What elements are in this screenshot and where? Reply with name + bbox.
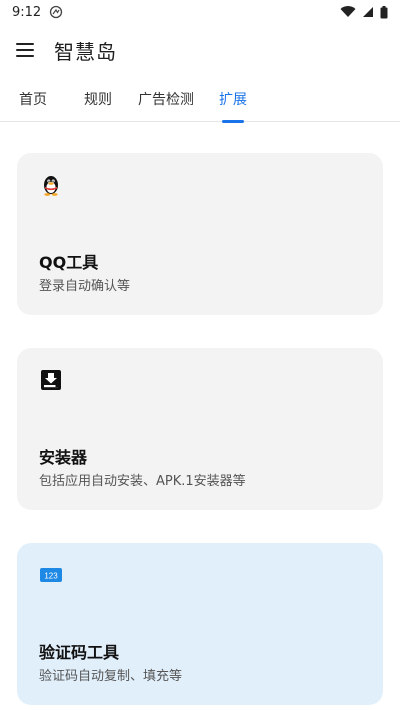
active-tab-indicator	[222, 120, 244, 123]
card-title: 验证码工具	[39, 643, 120, 662]
wifi-icon	[340, 6, 356, 18]
number-123-icon: 123	[40, 568, 62, 582]
card-subtitle: 包括应用自动安装、APK.1安装器等	[39, 474, 246, 489]
installer-download-icon	[41, 370, 61, 390]
menu-icon[interactable]	[16, 43, 34, 57]
tab-home[interactable]: 首页	[19, 76, 47, 122]
tab-bar: 首页 规则 广告检测 扩展	[0, 76, 400, 123]
app-title: 智慧岛	[54, 39, 117, 64]
card-subtitle: 验证码自动复制、填充等	[39, 669, 183, 684]
tab-extensions[interactable]: 扩展	[219, 76, 247, 123]
card-installer[interactable]: 安装器 包括应用自动安装、APK.1安装器等	[17, 348, 383, 510]
battery-icon	[380, 5, 388, 18]
signal-icon	[363, 7, 373, 17]
qq-penguin-icon	[44, 176, 58, 196]
status-time: 9:12	[12, 4, 42, 20]
card-title: QQ工具	[39, 253, 99, 272]
tab-label: 规则	[84, 92, 112, 108]
card-title: 安装器	[39, 448, 88, 467]
status-app-icon	[50, 5, 63, 19]
tab-label: 广告检测	[138, 92, 194, 108]
tab-label: 扩展	[219, 92, 247, 108]
card-verification-code-tools[interactable]: 123 验证码工具 验证码自动复制、填充等	[17, 543, 383, 705]
tab-ad-detection[interactable]: 广告检测	[138, 76, 194, 122]
app-bar: 智慧岛	[0, 24, 400, 76]
card-subtitle: 登录自动确认等	[39, 279, 131, 294]
status-bar: 9:12	[0, 0, 400, 24]
card-qq-tools[interactable]: QQ工具 登录自动确认等	[17, 153, 383, 315]
tab-label: 首页	[19, 92, 47, 108]
tab-rules[interactable]: 规则	[84, 76, 112, 122]
icon-text: 123	[44, 572, 58, 581]
